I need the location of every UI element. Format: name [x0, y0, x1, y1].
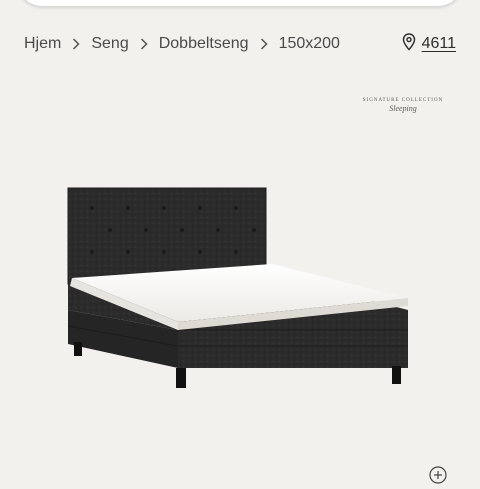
chevron-right-icon — [129, 38, 159, 50]
breadcrumb-seng[interactable]: Seng — [91, 35, 128, 53]
brand-collection-text: SIGNATURE COLLECTION — [362, 98, 444, 103]
search-bar[interactable] — [18, 0, 462, 6]
location-pin-icon — [402, 32, 416, 56]
product-image[interactable] — [62, 180, 422, 417]
breadcrumb-current: 150x200 — [278, 35, 340, 52]
breadcrumb: Hjem Seng Dobbeltseng 150x200 — [24, 33, 340, 55]
chevron-right-icon — [249, 38, 279, 50]
store-number-link[interactable]: 4611 — [422, 35, 456, 53]
breadcrumb-dobbeltseng[interactable]: Dobbeltseng — [159, 35, 249, 53]
chevron-right-icon — [61, 38, 91, 50]
breadcrumb-home[interactable]: Hjem — [24, 35, 61, 53]
zoom-in-icon[interactable] — [429, 466, 447, 489]
brand-logo: SIGNATURE COLLECTION Sleeping — [360, 98, 446, 113]
store-selector[interactable]: 4611 — [402, 32, 456, 56]
brand-script-text: Sleeping — [389, 104, 417, 113]
